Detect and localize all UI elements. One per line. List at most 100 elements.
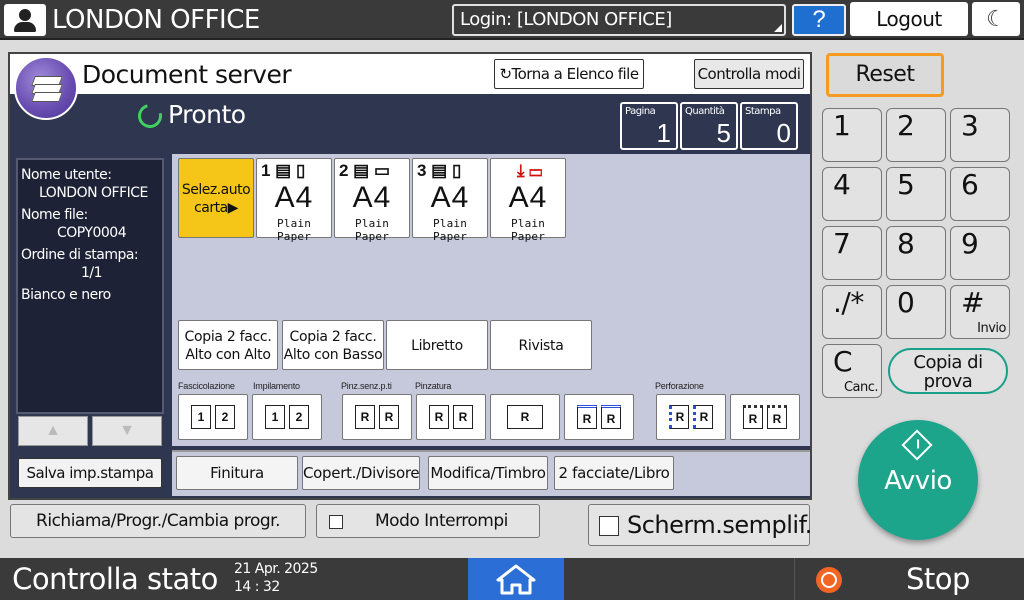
page-counter-label: Pagina	[625, 106, 656, 117]
bypass-tray-type: Plain Paper	[510, 217, 546, 243]
paper-tray-2-button[interactable]: 2 ▤ ▭ A4 Plain Paper	[334, 158, 410, 243]
time-text: 14 : 32	[234, 579, 280, 595]
magazine-button[interactable]: Rivista	[490, 320, 592, 370]
start-label: Avvio	[884, 466, 952, 496]
key-3[interactable]: 3	[950, 108, 1010, 162]
stack-button[interactable]: 12	[252, 394, 322, 440]
staple-corner-button[interactable]: RR	[416, 394, 486, 440]
collate-button[interactable]: 12	[178, 394, 248, 440]
stop-label: Stop	[906, 562, 970, 596]
key-9[interactable]: 9	[950, 226, 1010, 280]
date-text: 21 Apr. 2025	[234, 561, 318, 577]
return-to-file-list-button[interactable]: ↻Torna a Elenco file	[494, 59, 644, 89]
key-6[interactable]: 6	[950, 167, 1010, 221]
key-clear[interactable]: C Canc.	[822, 344, 882, 398]
simple-screen-checkbox	[599, 516, 619, 536]
start-button[interactable]: Avvio	[858, 420, 978, 540]
moon-icon[interactable]: ☾	[972, 2, 1020, 36]
interrupt-mode-button[interactable]: Modo Interrompi	[316, 504, 540, 538]
scroll-up-button[interactable]: ▲	[18, 416, 88, 446]
duplex-top-to-bottom-button[interactable]: Copia 2 facc. Alto con Basso	[282, 320, 384, 370]
duplex-top-to-top-button[interactable]: Copia 2 facc. Alto con Alto	[178, 320, 278, 370]
page-counter-value: 1	[656, 118, 671, 148]
staple-icon: R	[429, 405, 449, 429]
tray-3-type: Plain Paper	[432, 217, 468, 243]
bypass-tray-button[interactable]: ⤓ ▭ A4 Plain Paper	[490, 158, 566, 243]
page-title: Document server	[82, 60, 292, 89]
staple-double-icon: R	[577, 405, 597, 429]
paper-tray-3-button[interactable]: 3 ▤ ▯ A4 Plain Paper	[412, 158, 488, 243]
key-clear-sub: Canc.	[843, 380, 879, 395]
collate-icon: 1	[191, 405, 211, 429]
tab-edit-stamp[interactable]: Modifica/Timbro	[428, 456, 548, 490]
tab-cover-divider[interactable]: Copert./Divisore	[302, 456, 420, 490]
paper-tray-1-button[interactable]: 1 ▤ ▯ A4 Plain Paper	[256, 158, 332, 243]
user-icon[interactable]	[4, 4, 46, 36]
stack-label: Impilamento	[253, 381, 300, 391]
collate-label: Fascicolazione	[178, 381, 235, 391]
key-hash-sub: Invio	[977, 321, 1006, 336]
bypass-tray-size: A4	[508, 181, 548, 214]
stop-icon	[816, 567, 842, 593]
user-name-label: Nome utente:	[21, 167, 112, 183]
key-hash[interactable]: # Invio	[950, 285, 1010, 339]
check-modes-button[interactable]: Controlla modi	[694, 59, 804, 89]
home-button[interactable]	[468, 558, 564, 600]
tray-1-size: A4	[274, 181, 314, 214]
document-server-logo-icon	[14, 56, 78, 120]
save-print-settings-button[interactable]: Salva imp.stampa	[18, 458, 162, 488]
punch-label: Perforazione	[655, 381, 704, 391]
duplex-top-to-top-line2: Alto con Alto	[185, 347, 271, 363]
sample-copy-line2: prova	[923, 371, 973, 392]
key-7[interactable]: 7	[822, 226, 882, 280]
stapleless-left-button[interactable]: RR	[342, 394, 412, 440]
simple-screen-toggle[interactable]: Scherm.semplif.	[588, 504, 812, 546]
check-status-button[interactable]: Controlla stato	[0, 558, 230, 600]
staple-label: Pinzatura	[415, 381, 452, 391]
stapleless-label: Pinz.senz.p.ti	[341, 381, 392, 391]
tray-3-icon: 3 ▤ ▯	[417, 161, 462, 180]
file-name-value: COPY0004	[57, 225, 127, 241]
key-4[interactable]: 4	[822, 167, 882, 221]
punch-top-icon: R	[743, 405, 763, 429]
auto-paper-select-button[interactable]: Selez.auto carta▶	[178, 158, 254, 238]
key-0[interactable]: 0	[886, 285, 946, 339]
tray-2-icon: 2 ▤ ▭	[339, 161, 391, 180]
auto-paper-line1: Selez.auto	[181, 182, 251, 198]
quantity-counter-label: Quantità	[685, 106, 725, 117]
punch-left-icon-2: R	[693, 405, 713, 429]
punch-top-button[interactable]: RR	[730, 394, 800, 440]
key-5[interactable]: 5	[886, 167, 946, 221]
login-label: Login: [LONDON OFFICE]	[460, 9, 672, 30]
punch-left-icon: R	[669, 405, 689, 429]
logout-button[interactable]: Logout	[850, 2, 968, 36]
page-counter: Pagina 1	[620, 102, 678, 150]
tab-duplex-book[interactable]: 2 facciate/Libro	[554, 456, 674, 490]
login-button[interactable]: Login: [LONDON OFFICE]	[452, 4, 786, 36]
help-button[interactable]: ?	[792, 4, 846, 36]
print-order-value: 1/1	[81, 265, 103, 281]
print-counter-value: 0	[776, 118, 791, 148]
key-dot-star[interactable]: ./*	[822, 285, 882, 339]
tray-1-type: Plain Paper	[276, 217, 312, 243]
duplex-top-to-bottom-line2: Alto con Basso	[283, 347, 383, 363]
staple-center-button[interactable]: R	[490, 394, 560, 440]
status-text: Pronto	[168, 100, 246, 129]
scroll-down-button[interactable]: ▼	[92, 416, 162, 446]
recall-program-button[interactable]: Richiama/Progr./Cambia progr.	[10, 504, 306, 538]
auto-paper-line2: carta▶	[194, 200, 238, 216]
print-counter: Stampa 0	[740, 102, 798, 150]
staple-double-button[interactable]: RR	[564, 394, 634, 440]
app-title: LONDON OFFICE	[52, 5, 260, 35]
sample-copy-button[interactable]: Copia di prova	[888, 348, 1008, 394]
reset-button[interactable]: Reset	[826, 53, 944, 97]
punch-left-button[interactable]: RR	[656, 394, 726, 440]
booklet-button[interactable]: Libretto	[386, 320, 488, 370]
file-info-panel: Nome utente: LONDON OFFICE Nome file: CO…	[16, 158, 164, 414]
key-1[interactable]: 1	[822, 108, 882, 162]
tab-finishing[interactable]: Finitura	[176, 456, 298, 490]
key-2[interactable]: 2	[886, 108, 946, 162]
key-8[interactable]: 8	[886, 226, 946, 280]
simple-screen-label: Scherm.semplif.	[627, 511, 812, 539]
stapleless-icon-2: R	[379, 405, 399, 429]
